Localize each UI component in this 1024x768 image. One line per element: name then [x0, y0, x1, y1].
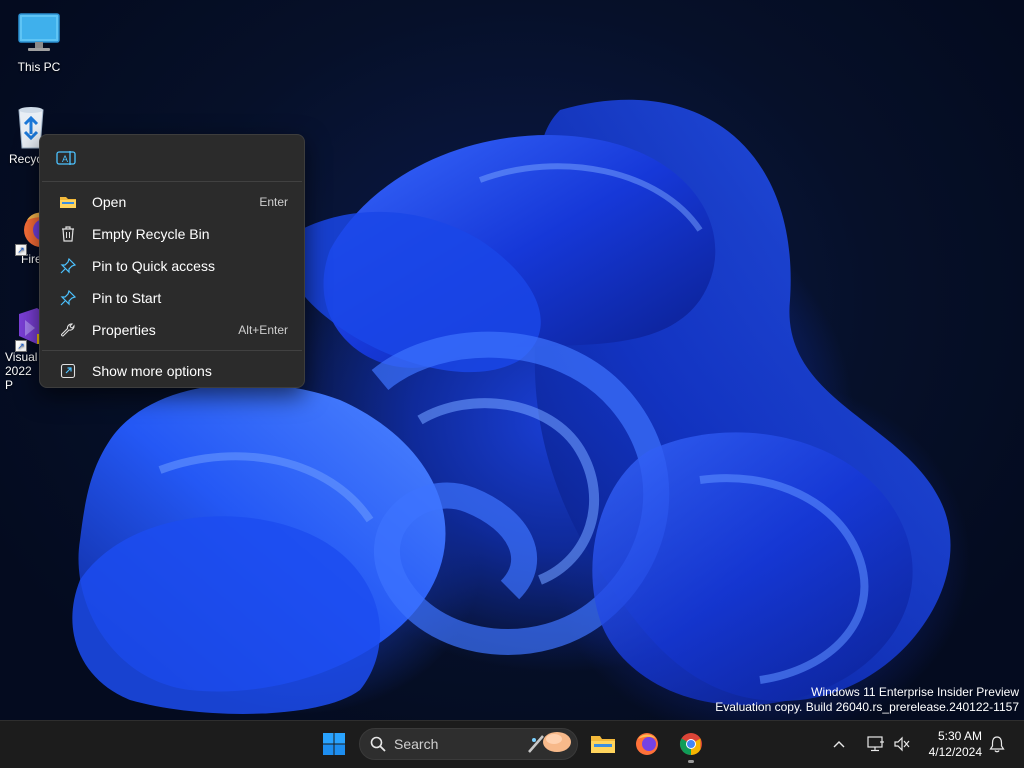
menu-item-shortcut: Enter	[259, 195, 288, 209]
menu-item-label: Show more options	[92, 363, 212, 379]
taskbar: Search 5:30 AM 4/12/2024	[0, 720, 1024, 768]
monitor-icon	[15, 10, 63, 58]
pin-icon	[58, 288, 78, 308]
desktop-icon-label: 2022 P	[5, 364, 32, 392]
context-menu-top-actions: A	[40, 135, 304, 181]
menu-item-show-more-options[interactable]: Show more options	[44, 355, 300, 387]
menu-item-label: Empty Recycle Bin	[92, 226, 210, 242]
menu-item-shortcut: Alt+Enter	[238, 323, 288, 337]
desktop-icon-label: This PC	[17, 60, 61, 74]
start-button[interactable]	[314, 724, 354, 764]
search-icon	[370, 736, 386, 752]
taskbar-firefox[interactable]	[627, 724, 667, 764]
desktop-icon-label: Visual	[5, 350, 38, 364]
svg-text:A: A	[62, 154, 68, 164]
firefox-icon	[636, 733, 658, 755]
menu-item-properties[interactable]: Properties Alt+Enter	[44, 314, 300, 346]
menu-item-label: Pin to Start	[92, 290, 162, 306]
desktop-icon-visual-studio[interactable]: ↗ Visual 2022 P	[1, 306, 43, 392]
search-highlight-icon	[528, 732, 571, 753]
menu-item-pin-to-start[interactable]: Pin to Start	[44, 282, 300, 314]
folder-icon	[58, 192, 78, 212]
menu-item-label: Properties	[92, 322, 156, 338]
notifications-button[interactable]	[986, 724, 1008, 764]
running-indicator	[688, 760, 694, 763]
network-status-button[interactable]	[863, 724, 889, 764]
wrench-icon	[58, 320, 78, 340]
taskbar-clock[interactable]: 5:30 AM 4/12/2024	[929, 728, 982, 760]
evaluation-watermark: Windows 11 Enterprise Insider Preview Ev…	[715, 685, 1019, 715]
start-icon	[323, 733, 345, 755]
menu-item-label: Pin to Quick access	[92, 258, 215, 274]
chrome-icon	[680, 733, 702, 755]
clock-time: 5:30 AM	[937, 729, 982, 743]
network-icon	[867, 736, 884, 752]
rename-icon[interactable]: A	[54, 146, 78, 170]
taskbar-chrome[interactable]	[671, 724, 711, 764]
menu-item-open[interactable]: Open Enter	[44, 186, 300, 218]
search-label: Search	[394, 736, 439, 752]
desktop[interactable]: This PC Recyc ↗ Fire ↗ Visual 2022 P A O…	[0, 0, 1024, 720]
file-explorer-icon	[591, 736, 615, 753]
menu-item-label: Open	[92, 194, 127, 210]
watermark-build: Evaluation copy. Build 26040.rs_prerelea…	[715, 700, 1019, 714]
open-external-icon	[58, 361, 78, 381]
bell-icon	[989, 736, 1005, 753]
pin-icon	[58, 256, 78, 276]
shortcut-arrow-icon: ↗	[15, 244, 27, 256]
taskbar-search-box[interactable]: Search	[359, 728, 578, 760]
volume-muted-icon	[894, 736, 910, 752]
show-hidden-icons-button[interactable]	[825, 724, 853, 764]
shortcut-arrow-icon: ↗	[15, 340, 27, 352]
taskbar-file-explorer[interactable]	[583, 724, 623, 764]
desktop-icon-this-pc[interactable]: This PC	[1, 10, 77, 74]
clock-date: 4/12/2024	[928, 745, 982, 759]
watermark-edition: Windows 11 Enterprise Insider Preview	[811, 685, 1019, 699]
menu-item-pin-to-quick-access[interactable]: Pin to Quick access	[44, 250, 300, 282]
volume-button[interactable]	[889, 724, 915, 764]
menu-item-empty-recycle-bin[interactable]: Empty Recycle Bin	[44, 218, 300, 250]
trash-icon	[58, 224, 78, 244]
context-menu: A Open Enter Empty Recycle Bin Pin to Qu…	[39, 134, 305, 388]
chevron-up-icon	[833, 741, 845, 748]
